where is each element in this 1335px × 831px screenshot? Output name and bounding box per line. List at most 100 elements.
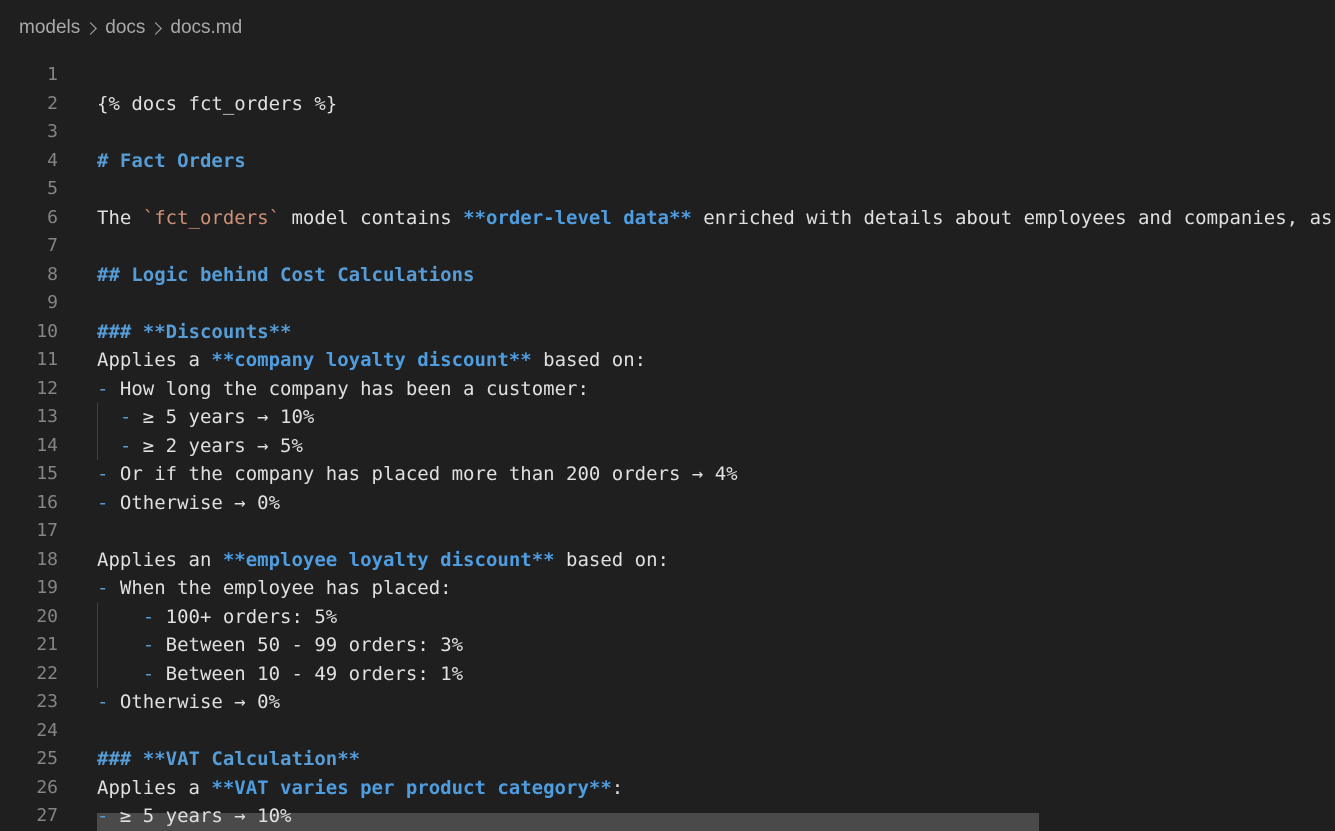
code-token: Otherwise → 0%	[108, 491, 281, 514]
code-line[interactable]: 8 ## Logic behind Cost Calculations	[0, 261, 1335, 290]
code-token: ≥ 2 years → 5%	[131, 434, 303, 457]
code-token: ### **Discounts**	[97, 320, 292, 343]
code-line[interactable]: 25 ### **VAT Calculation**	[0, 745, 1335, 774]
line-number: 27	[36, 805, 58, 826]
line-text: Applies a **VAT varies per product categ…	[97, 774, 623, 803]
code-line[interactable]: 18 Applies an **employee loyalty discount…	[0, 546, 1335, 575]
line-number: 14	[36, 434, 58, 456]
code-line[interactable]: 13 - ≥ 5 years → 10%	[0, 403, 1335, 432]
line-number: 12	[36, 377, 58, 399]
code-token: Applies a	[97, 776, 212, 799]
code-token: ### **VAT Calculation**	[97, 748, 361, 770]
line-text: - ≥ 5 years → 10%	[97, 802, 291, 831]
line-number: 9	[47, 292, 58, 313]
code-line[interactable]: 19 - When the employee has placed:	[0, 574, 1335, 603]
breadcrumb: models docs docs.md	[19, 16, 242, 40]
line-number: 15	[36, 463, 58, 484]
line-text: - ≥ 5 years → 10%	[97, 403, 314, 432]
code-token: Otherwise → 0%	[108, 691, 281, 713]
line-text: - Otherwise → 0%	[97, 688, 280, 717]
code-token: Between 50 - 99 orders: 3%	[154, 634, 464, 656]
line-number: 21	[36, 634, 58, 655]
line-text: - ≥ 2 years → 5%	[97, 432, 303, 461]
line-number: 20	[36, 605, 58, 627]
line-number: 22	[36, 662, 58, 684]
line-number: 1	[47, 64, 58, 85]
code-line[interactable]: 20 - 100+ orders: 5%	[0, 603, 1335, 632]
code-token: -	[119, 434, 132, 457]
code-token: **order-level data**	[463, 206, 692, 229]
code-line[interactable]: 9	[0, 289, 1335, 318]
breadcrumb-docs[interactable]: docs	[105, 17, 145, 39]
line-number: 13	[36, 406, 58, 427]
line-number: 4	[47, 149, 58, 171]
line-number: 18	[36, 548, 58, 570]
line-number: 25	[36, 748, 58, 769]
code-line[interactable]: 22 - Between 10 - 49 orders: 1%	[0, 660, 1335, 689]
code-token: Between 10 - 49 orders: 1%	[154, 662, 464, 685]
chevron-right-icon	[84, 21, 98, 35]
line-number: 17	[36, 520, 58, 541]
code-line[interactable]: 26 Applies a **VAT varies per product cat…	[0, 774, 1335, 803]
breadcrumb-file[interactable]: docs.md	[170, 17, 242, 39]
code-token: **company loyalty discount**	[211, 349, 532, 371]
line-number: 8	[47, 263, 58, 285]
code-line[interactable]: 12 - How long the company has been a cust…	[0, 375, 1335, 404]
line-number: 5	[47, 178, 58, 199]
code-token: **VAT varies per product category**	[211, 776, 612, 799]
code-token: `fct_orders`	[142, 206, 281, 229]
line-number: 3	[47, 121, 58, 142]
code-token: based on:	[531, 349, 647, 371]
code-editor[interactable]: models docs docs.md 1 2 {% docs fct_orders…	[0, 0, 1335, 831]
line-text: - Otherwise → 0%	[97, 489, 280, 518]
code-token: -	[97, 377, 109, 400]
code-line[interactable]: 17	[0, 517, 1335, 546]
code-line[interactable]: 3	[0, 118, 1335, 147]
code-line[interactable]: 2 {% docs fct_orders %}	[0, 90, 1335, 119]
line-number: 11	[36, 349, 58, 370]
line-text: - How long the company has been a custom…	[97, 375, 589, 404]
code-line[interactable]: 4 # Fact Orders	[0, 147, 1335, 176]
chevron-right-icon	[149, 21, 163, 35]
line-text: ### **VAT Calculation**	[97, 745, 360, 774]
code-token: -	[142, 605, 155, 628]
code-line[interactable]: 27 - ≥ 5 years → 10%	[0, 802, 1335, 831]
code-line[interactable]: 10 ### **Discounts**	[0, 318, 1335, 347]
line-text: # Fact Orders	[97, 147, 246, 176]
line-number: 16	[36, 491, 58, 513]
code-line[interactable]: 16 - Otherwise → 0%	[0, 489, 1335, 518]
code-line[interactable]: 24	[0, 717, 1335, 746]
line-text: Applies an **employee loyalty discount**…	[97, 546, 669, 575]
code-token: ≥ 5 years → 10%	[131, 406, 315, 428]
code-line[interactable]: 14 - ≥ 2 years → 5%	[0, 432, 1335, 461]
breadcrumb-models[interactable]: models	[19, 17, 80, 39]
line-number: 19	[36, 577, 58, 598]
code-line[interactable]: 23 - Otherwise → 0%	[0, 688, 1335, 717]
line-number: 10	[36, 320, 58, 342]
code-line[interactable]: 11 Applies a **company loyalty discount**…	[0, 346, 1335, 375]
code-line[interactable]: 7	[0, 232, 1335, 261]
code-token: When the employee has placed:	[108, 577, 452, 599]
line-text: - When the employee has placed:	[97, 574, 452, 603]
line-text: The `fct_orders` model contains **order-…	[97, 204, 1332, 233]
code-line[interactable]: 21 - Between 50 - 99 orders: 3%	[0, 631, 1335, 660]
line-text: ## Logic behind Cost Calculations	[97, 261, 475, 290]
code-line[interactable]: 15 - Or if the company has placed more th…	[0, 460, 1335, 489]
line-text: - Between 10 - 49 orders: 1%	[97, 660, 463, 689]
code-line[interactable]: 5	[0, 175, 1335, 204]
line-text: - Or if the company has placed more than…	[97, 460, 738, 489]
code-line[interactable]: 6 The `fct_orders` model contains **order…	[0, 204, 1335, 233]
code-token: Applies a	[97, 349, 212, 371]
code-token: based on:	[554, 548, 669, 571]
line-text: - 100+ orders: 5%	[97, 603, 337, 632]
code-token: How long the company has been a customer…	[108, 377, 589, 400]
code-area[interactable]: 1 2 {% docs fct_orders %} 3 4 # Fact Orders 5 6…	[0, 61, 1335, 831]
code-token: -	[97, 491, 109, 514]
code-line[interactable]: 1	[0, 61, 1335, 90]
code-token: 100+ orders: 5%	[154, 605, 338, 628]
